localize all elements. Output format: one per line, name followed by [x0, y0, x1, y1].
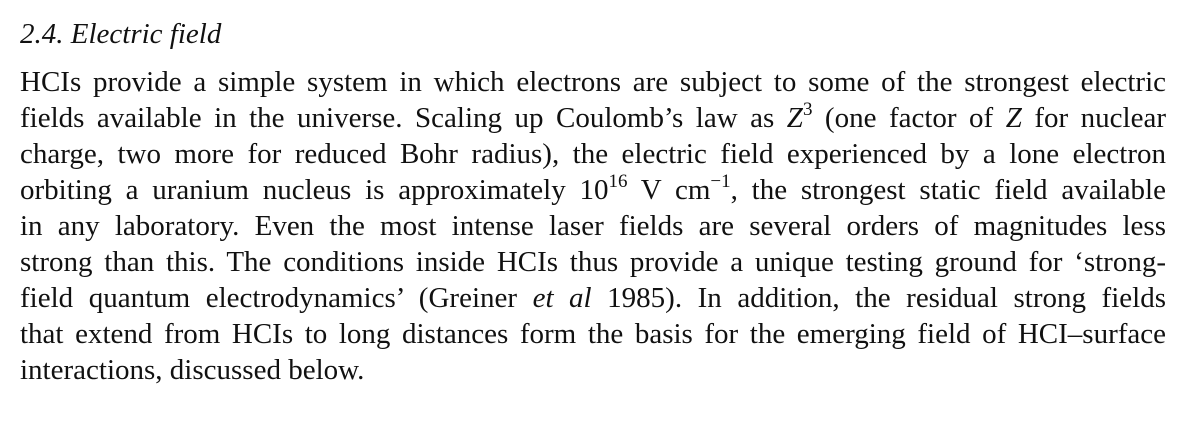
text-span: that extend from HCIs to long distances …: [20, 318, 1166, 350]
paragraph-line: strong than this. The conditions inside …: [20, 244, 1166, 280]
page: 2.4. Electric field HCIs provide a simpl…: [20, 14, 1166, 388]
text-span: V cm: [627, 174, 711, 206]
paragraph-line: charge, two more for reduced Bohr radius…: [20, 136, 1166, 172]
text-span: 1985). In addition, the residual strong …: [591, 282, 1166, 314]
section-heading: 2.4. Electric field: [20, 14, 1166, 54]
math-variable: Z: [1005, 102, 1022, 134]
paragraph-line: in any laboratory. Even the most intense…: [20, 208, 1166, 244]
superscript: 16: [608, 171, 628, 192]
paragraph-line: HCIs provide a simple system in which el…: [20, 64, 1166, 100]
superscript: −1: [710, 171, 731, 192]
body-paragraph: HCIs provide a simple system in which el…: [20, 64, 1166, 388]
section-number: 2.4.: [20, 18, 64, 50]
superscript: 3: [802, 99, 813, 120]
paragraph-line: interactions, discussed below.: [20, 352, 1166, 388]
text-span: interactions, discussed below.: [20, 354, 365, 386]
math-variable: Z: [786, 102, 803, 134]
text-span: charge, two more for reduced Bohr radius…: [20, 138, 1166, 170]
section-title: Electric field: [70, 18, 222, 50]
text-span: orbiting a uranium nucleus is approximat…: [20, 174, 609, 206]
text-span: , the strongest static field available: [730, 174, 1166, 206]
text-span: strong than this. The conditions inside …: [20, 246, 1166, 278]
paragraph-line: fields available in the universe. Scalin…: [20, 100, 1166, 136]
text-span: for nuclear: [1021, 102, 1166, 134]
text-span: HCIs provide a simple system in which el…: [20, 66, 1166, 98]
paragraph-line: orbiting a uranium nucleus is approximat…: [20, 172, 1166, 208]
paragraph-line: field quantum electrodynamics’ (Greiner …: [20, 280, 1166, 316]
citation-et-al: et al: [532, 282, 592, 314]
text-span: (one factor of: [812, 102, 1006, 134]
text-span: fields available in the universe. Scalin…: [20, 102, 787, 134]
paragraph-line: that extend from HCIs to long distances …: [20, 316, 1166, 352]
text-span: in any laboratory. Even the most intense…: [20, 210, 1166, 242]
text-span: field quantum electrodynamics’ (Greiner: [20, 282, 533, 314]
